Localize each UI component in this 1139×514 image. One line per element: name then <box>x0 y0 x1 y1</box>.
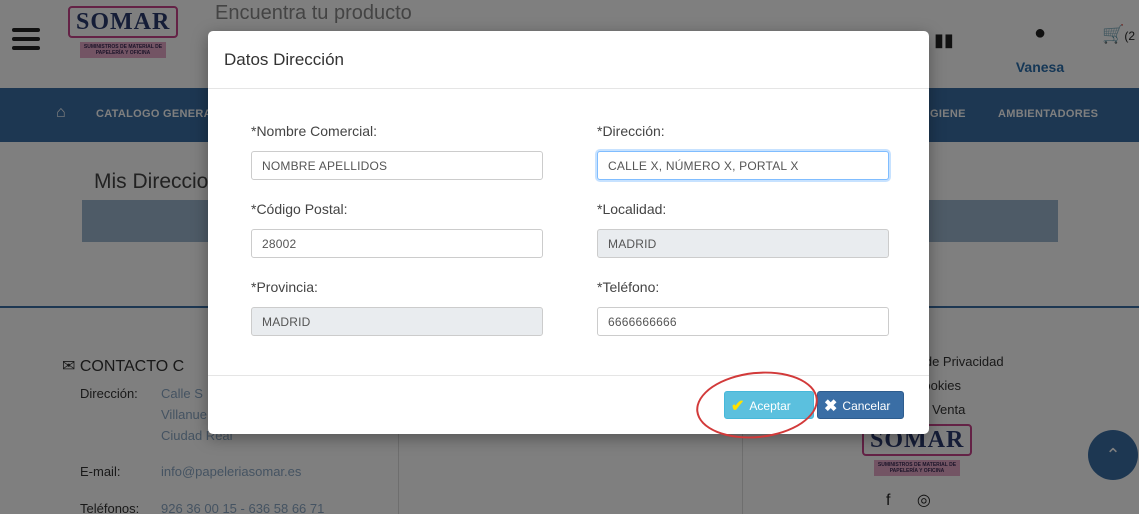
field-provincia: *Provincia: MADRID <box>251 279 543 336</box>
nombre-comercial-input[interactable]: NOMBRE APELLIDOS <box>251 151 543 180</box>
field-localidad: *Localidad: MADRID <box>597 201 889 258</box>
field-label: *Provincia: <box>251 279 318 295</box>
field-codigo-postal: *Código Postal: 28002 <box>251 201 543 258</box>
provincia-input: MADRID <box>251 307 543 336</box>
cancel-button[interactable]: ✖ Cancelar <box>817 391 904 419</box>
modal-body: *Nombre Comercial: NOMBRE APELLIDOS *Dir… <box>208 89 929 375</box>
field-label: *Nombre Comercial: <box>251 123 378 139</box>
modal-header: Datos Dirección <box>208 31 929 89</box>
address-modal: Datos Dirección *Nombre Comercial: NOMBR… <box>208 31 929 434</box>
field-telefono: *Teléfono: 6666666666 <box>597 279 889 336</box>
cancel-label: Cancelar <box>842 399 891 413</box>
field-label: *Teléfono: <box>597 279 660 295</box>
close-icon: ✖ <box>824 398 838 415</box>
field-direccion: *Dirección: CALLE X, NÚMERO X, PORTAL X <box>597 123 889 180</box>
field-nombre-comercial: *Nombre Comercial: NOMBRE APELLIDOS <box>251 123 543 180</box>
field-label: *Dirección: <box>597 123 665 139</box>
localidad-input: MADRID <box>597 229 889 258</box>
telefono-input[interactable]: 6666666666 <box>597 307 889 336</box>
field-label: *Localidad: <box>597 201 667 217</box>
modal-footer: ✔ Aceptar ✖ Cancelar <box>208 375 929 434</box>
direccion-input[interactable]: CALLE X, NÚMERO X, PORTAL X <box>597 151 889 180</box>
modal-title: Datos Dirección <box>224 50 344 69</box>
codigo-postal-input[interactable]: 28002 <box>251 229 543 258</box>
field-label: *Código Postal: <box>251 201 348 217</box>
